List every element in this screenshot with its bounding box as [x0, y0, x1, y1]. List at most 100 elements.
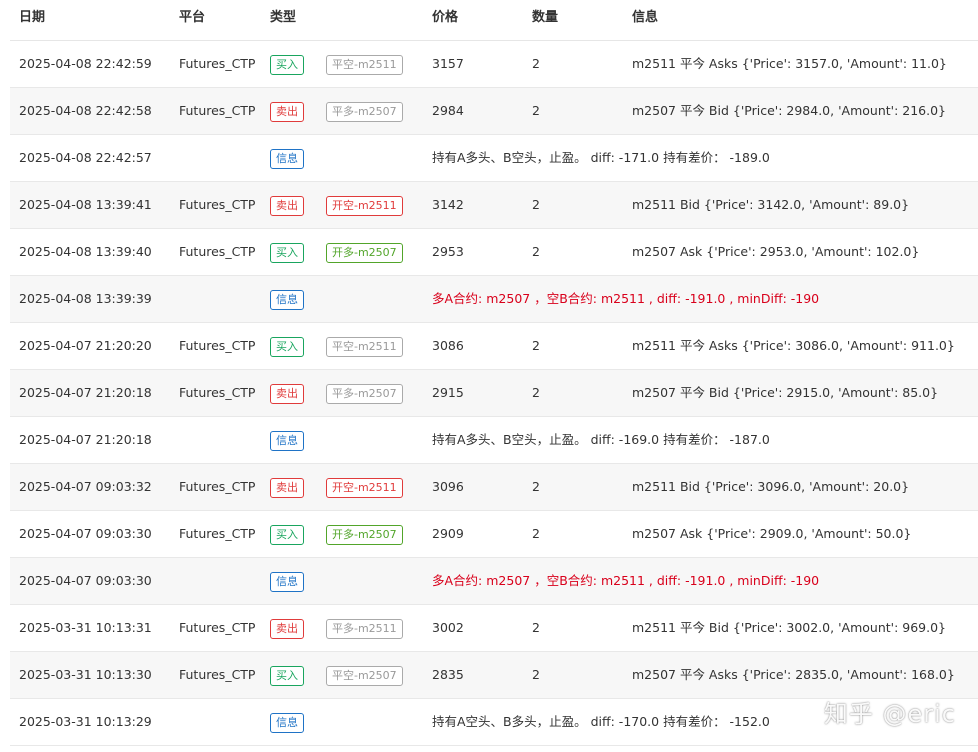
row-date: 2025-04-08 13:39:41 — [19, 197, 152, 212]
row-date: 2025-04-07 09:03:32 — [19, 479, 152, 494]
row-date: 2025-04-07 09:03:30 — [19, 526, 152, 541]
row-price: 3096 — [432, 479, 464, 494]
table-body: 2025-04-08 22:42:59 Futures_CTP 买入 平空-m2… — [10, 41, 978, 746]
row-qty: 2 — [532, 244, 540, 259]
row-platform: Futures_CTP — [179, 197, 256, 212]
watermark: 知乎 @eric — [823, 700, 956, 728]
row-platform: Futures_CTP — [179, 244, 256, 259]
row-qty: 2 — [532, 526, 540, 541]
row-platform: Futures_CTP — [179, 56, 256, 71]
op-badge-open-short: 开空-m2511 — [326, 195, 403, 216]
row-info: m2511 平今 Asks {'Price': 3157.0, 'Amount'… — [632, 56, 947, 71]
row-date: 2025-04-08 13:39:40 — [19, 244, 152, 259]
type-badge-sell: 卖出 — [270, 618, 304, 639]
type-badge-info: 信息 — [270, 430, 304, 451]
row-qty: 2 — [532, 338, 540, 353]
row-date: 2025-03-31 10:13:31 — [19, 620, 152, 635]
type-badge-buy: 买入 — [270, 336, 304, 357]
row-qty: 2 — [532, 385, 540, 400]
header-platform: 平台 — [179, 10, 206, 25]
row-qty: 2 — [532, 197, 540, 212]
table-row: 2025-04-07 09:03:30 Futures_CTP 买入 开多-m2… — [10, 511, 978, 558]
row-platform: Futures_CTP — [179, 526, 256, 541]
row-message: 持有A多头、B空头，止盈。 diff: -171.0 持有差价： -189.0 — [432, 150, 770, 165]
row-info: m2511 Bid {'Price': 3096.0, 'Amount': 20… — [632, 479, 910, 494]
type-badge-info: 信息 — [270, 289, 304, 310]
table-row: 2025-04-07 09:03:32 Futures_CTP 卖出 开空-m2… — [10, 464, 978, 511]
type-badge-sell: 卖出 — [270, 477, 304, 498]
row-price: 3157 — [432, 56, 464, 71]
row-message: 持有A空头、B多头，止盈。 diff: -170.0 持有差价： -152.0 — [432, 714, 770, 729]
row-date: 2025-04-08 22:42:57 — [19, 150, 152, 165]
row-price: 2953 — [432, 244, 464, 259]
type-badge-sell: 卖出 — [270, 383, 304, 404]
op-badge-open-long: 开多-m2507 — [326, 524, 403, 545]
row-message: 多A合约: m2507 ，空B合约: m2511 , diff: -191.0 … — [432, 291, 820, 306]
type-badge-buy: 买入 — [270, 524, 304, 545]
row-qty: 2 — [532, 479, 540, 494]
row-price: 3002 — [432, 620, 464, 635]
row-info: m2511 平今 Asks {'Price': 3086.0, 'Amount'… — [632, 338, 955, 353]
row-qty: 2 — [532, 56, 540, 71]
table-row: 2025-03-31 10:13:30 Futures_CTP 买入 平空-m2… — [10, 652, 978, 699]
row-qty: 2 — [532, 103, 540, 118]
type-badge-info: 信息 — [270, 712, 304, 733]
row-price: 2915 — [432, 385, 464, 400]
row-price: 3086 — [432, 338, 464, 353]
row-date: 2025-04-08 13:39:39 — [19, 291, 152, 306]
row-price: 2835 — [432, 667, 464, 682]
row-message: 多A合约: m2507 ，空B合约: m2511 , diff: -191.0 … — [432, 573, 820, 588]
op-badge-close: 平空-m2511 — [326, 54, 403, 75]
row-price: 2984 — [432, 103, 464, 118]
row-message: 持有A多头、B空头，止盈。 diff: -169.0 持有差价： -187.0 — [432, 432, 770, 447]
op-badge-close: 平多-m2507 — [326, 101, 403, 122]
type-badge-buy: 买入 — [270, 54, 304, 75]
type-badge-info: 信息 — [270, 148, 304, 169]
row-info: m2507 平今 Bid {'Price': 2984.0, 'Amount':… — [632, 103, 946, 118]
table-row: 2025-04-08 22:42:58 Futures_CTP 卖出 平多-m2… — [10, 88, 978, 135]
row-platform: Futures_CTP — [179, 385, 256, 400]
row-info: m2511 平今 Bid {'Price': 3002.0, 'Amount':… — [632, 620, 946, 635]
table-row: 2025-04-08 22:42:57 信息 持有A多头、B空头，止盈。 dif… — [10, 135, 978, 182]
row-date: 2025-04-07 21:20:20 — [19, 338, 152, 353]
table-row: 2025-03-31 10:13:31 Futures_CTP 卖出 平多-m2… — [10, 605, 978, 652]
header-type: 类型 — [270, 10, 297, 25]
op-badge-open-long: 开多-m2507 — [326, 242, 403, 263]
op-badge-close: 平空-m2507 — [326, 665, 403, 686]
row-date: 2025-03-31 10:13:30 — [19, 667, 152, 682]
row-platform: Futures_CTP — [179, 479, 256, 494]
type-badge-info: 信息 — [270, 571, 304, 592]
row-date: 2025-03-31 10:13:29 — [19, 714, 152, 729]
table-row: 2025-04-08 13:39:39 信息 多A合约: m2507 ，空B合约… — [10, 276, 978, 323]
table-row: 2025-04-08 13:39:40 Futures_CTP 买入 开多-m2… — [10, 229, 978, 276]
row-qty: 2 — [532, 620, 540, 635]
header-date: 日期 — [19, 10, 46, 25]
row-platform: Futures_CTP — [179, 103, 256, 118]
table-row: 2025-04-08 22:42:59 Futures_CTP 买入 平空-m2… — [10, 41, 978, 88]
row-date: 2025-04-08 22:42:59 — [19, 56, 152, 71]
table-row: 2025-04-07 21:20:20 Futures_CTP 买入 平空-m2… — [10, 323, 978, 370]
row-date: 2025-04-07 21:20:18 — [19, 432, 152, 447]
row-info: m2511 Bid {'Price': 3142.0, 'Amount': 89… — [632, 197, 910, 212]
table-row: 2025-04-07 21:20:18 Futures_CTP 卖出 平多-m2… — [10, 370, 978, 417]
row-platform: Futures_CTP — [179, 667, 256, 682]
row-date: 2025-04-07 21:20:18 — [19, 385, 152, 400]
row-info: m2507 平今 Bid {'Price': 2915.0, 'Amount':… — [632, 385, 939, 400]
type-badge-buy: 买入 — [270, 242, 304, 263]
table-header: 日期 平台 类型 价格 数量 信息 — [10, 0, 978, 41]
type-badge-sell: 卖出 — [270, 101, 304, 122]
op-badge-close: 平多-m2507 — [326, 383, 403, 404]
op-badge-close: 平空-m2511 — [326, 336, 403, 357]
header-qty: 数量 — [532, 10, 559, 25]
row-info: m2507 平今 Asks {'Price': 2835.0, 'Amount'… — [632, 667, 955, 682]
table-row: 2025-04-07 21:20:18 信息 持有A多头、B空头，止盈。 dif… — [10, 417, 978, 464]
header-price: 价格 — [432, 10, 459, 25]
row-date: 2025-04-08 22:42:58 — [19, 103, 152, 118]
row-price: 2909 — [432, 526, 464, 541]
header-info: 信息 — [632, 10, 659, 25]
type-badge-sell: 卖出 — [270, 195, 304, 216]
row-info: m2507 Ask {'Price': 2953.0, 'Amount': 10… — [632, 244, 920, 259]
table-row: 2025-04-07 09:03:30 信息 多A合约: m2507 ，空B合约… — [10, 558, 978, 605]
table-row: 2025-04-08 13:39:41 Futures_CTP 卖出 开空-m2… — [10, 182, 978, 229]
row-qty: 2 — [532, 667, 540, 682]
